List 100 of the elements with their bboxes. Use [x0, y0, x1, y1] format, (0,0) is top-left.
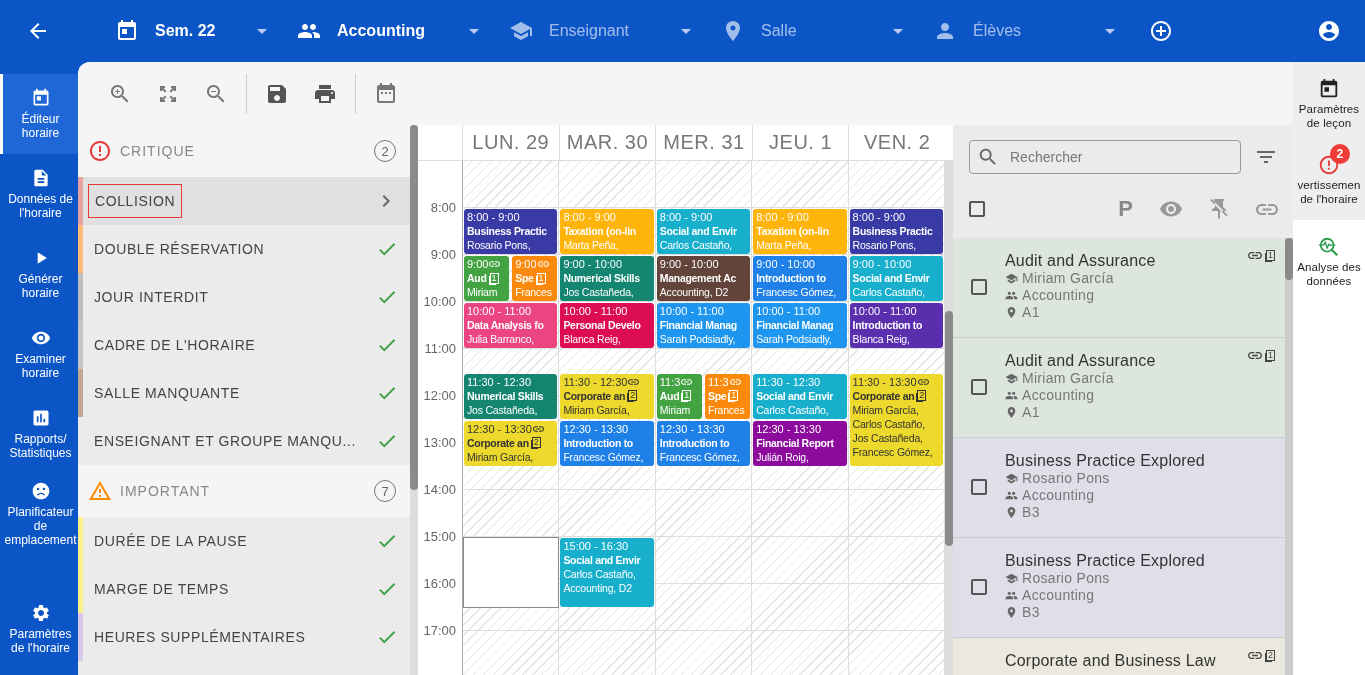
lesson-card[interactable]: Business Practice Explored Rosario Pons Accounting B3: [953, 438, 1285, 538]
event-detail: Sarah Podsiadly,: [756, 332, 833, 346]
rail-item[interactable]: Paramètres de leçon: [1293, 72, 1365, 138]
group-number-badge: 2: [1266, 650, 1275, 661]
search-field[interactable]: Rechercher: [969, 140, 1241, 174]
nav-item[interactable]: Données de l'horaire: [0, 154, 78, 234]
hour-label: 12:00: [423, 388, 456, 403]
checkbox[interactable]: [971, 479, 987, 495]
lesson-event[interactable]: 9:00 - 10:00 Numerical Skills Jos Castañeda,: [560, 256, 654, 301]
scrollbar[interactable]: [410, 125, 418, 675]
lesson-event[interactable]: 11:30 - 12:30 Corporate an 2 Miriam García,: [560, 373, 654, 419]
group-number-badge: 1: [536, 272, 546, 284]
event-detail: Jos Castañeda,: [467, 402, 539, 417]
graduation-cap-icon: [1005, 372, 1018, 385]
lesson-event[interactable]: 9:00 - 10:00 Management Ac Accounting, D2: [656, 256, 751, 301]
event-detail: Francesc Gómez,: [659, 449, 741, 464]
nav-item[interactable]: Générer horaire: [0, 234, 78, 314]
checkbox[interactable]: [971, 579, 987, 595]
checkbox[interactable]: [971, 279, 987, 295]
filter-dropdown[interactable]: Enseignant: [499, 11, 699, 51]
lesson-card[interactable]: Corporate and Business Law 2: [953, 638, 1285, 675]
event-detail: Francesc Gómez,: [563, 449, 645, 464]
lesson-event[interactable]: 12:30 - 13:30 Introduction to Francesc Gómez,: [656, 420, 751, 466]
hour-label: 8:00: [430, 200, 456, 215]
nav-item[interactable]: Paramètres de l'horaire: [0, 589, 78, 669]
lesson-event[interactable]: 12:30 - 13:30 Financial Report Julián Roig,: [753, 420, 847, 466]
hour-label: 13:00: [423, 435, 456, 450]
filter-dropdown[interactable]: Accounting: [287, 11, 487, 51]
room-name: B3: [1022, 604, 1040, 621]
warning-item[interactable]: ENSEIGNANT ET GROUPE MANQU...: [78, 417, 410, 465]
lesson-title: Business Practice Explored: [1005, 452, 1205, 470]
event-title: Business Practic: [467, 224, 547, 238]
event-detail: Rosario Pons,: [467, 238, 532, 252]
filter-dropdown[interactable]: Élèves: [923, 11, 1123, 51]
lesson-event[interactable]: 11:30 - 13:30 Corporate an 2 Miriam García, Carlos Castaño, Jos Castañeda, Francesc Gómez,: [849, 373, 943, 466]
caret-icon: [469, 28, 479, 34]
settings-icon: [30, 603, 51, 623]
people-icon: [1005, 389, 1018, 402]
nav-item[interactable]: Examiner horaire: [0, 314, 78, 394]
lesson-event[interactable]: 8:00 - 9:00 Business Practic Rosario Pons,: [464, 209, 558, 254]
event-detail: Jos Castañeda,: [563, 285, 635, 299]
event-title: Management Ac: [659, 271, 737, 285]
lesson-card[interactable]: Audit and Assurance Miriam García Accounting A1 1: [953, 338, 1285, 438]
warning-item[interactable]: JOUR INTERDIT: [78, 273, 410, 321]
warning-item[interactable]: SALLE MANQUANTE: [78, 369, 410, 417]
event-time: 15:00 - 16:30: [563, 539, 629, 553]
lesson-event[interactable]: 10:00 - 11:00 Data Analysis fo Julia Barranco,: [464, 303, 558, 348]
checkbox[interactable]: [969, 201, 985, 217]
day-header: JEU. 1: [751, 125, 849, 160]
room-name: A1: [1022, 304, 1040, 321]
filter-icon[interactable]: [1257, 151, 1275, 163]
group-number-badge: 1: [1266, 350, 1275, 361]
account-icon[interactable]: [1317, 19, 1341, 43]
event-time: 11:30 - 12:30: [467, 374, 531, 389]
warning-item[interactable]: CADRE DE L'HORAIRE: [78, 321, 410, 369]
event-title: Taxation (on-lin: [563, 224, 636, 238]
lesson-card[interactable]: Business Practice Explored Rosario Pons Accounting B3: [953, 538, 1285, 638]
nav-item[interactable]: Rapports/ Statistiques: [0, 394, 78, 474]
lesson-event[interactable]: 12:30 - 13:30 Corporate an 2 Miriam García,: [464, 420, 558, 466]
event-title: Introduction to: [563, 435, 633, 450]
scrollbar[interactable]: [945, 161, 953, 675]
event-title: Corporate an: [467, 435, 529, 450]
lesson-card[interactable]: Audit and Assurance Miriam García Accounting A1 1: [953, 238, 1285, 338]
caret-icon: [1105, 28, 1115, 34]
event-time: 11:30 - 12:30: [563, 374, 628, 389]
event-title: Business Practic: [852, 224, 933, 238]
lesson-event[interactable]: 10:00 - 11:00 Introduction to Blanca Reig,: [849, 303, 943, 348]
event-time: 8:00 - 9:00: [852, 210, 906, 224]
event-time: 11:3: [659, 374, 681, 389]
lesson-event[interactable]: 9:00 - 10:00 Introduction to Francesc Gómez,: [753, 256, 847, 301]
calendar-icon: [1318, 78, 1340, 100]
filter-dropdown[interactable]: Sem. 22: [105, 11, 275, 51]
event-time: 9:00: [467, 257, 489, 271]
nav-item[interactable]: Éditeur horaire: [0, 74, 78, 154]
warning-item[interactable]: HEURES SUPPLÉMENTAIRES: [78, 613, 410, 661]
rail-item[interactable]: Analyse des données: [1293, 230, 1365, 296]
lesson-event[interactable]: 8:00 - 9:00 Business Practic Rosario Pons,: [849, 209, 943, 254]
event-time: 11:3: [708, 374, 729, 389]
lesson-event[interactable]: 10:00 - 11:00 Personal Develo Blanca Reig,: [560, 303, 654, 348]
event-detail: Miriam: [467, 285, 499, 299]
warning-item[interactable]: DURÉE DE LA PAUSE: [78, 517, 410, 565]
group-number-badge: 2: [917, 390, 927, 401]
lesson-event[interactable]: 11:30 - 12:30 Numerical Skills Jos Castañeda,: [464, 373, 558, 419]
room-name: A1: [1022, 404, 1040, 421]
scrollbar[interactable]: [1285, 238, 1293, 675]
nav-item[interactable]: Planificateur de emplacement: [0, 474, 78, 554]
event-time: 11:30 - 12:30: [756, 374, 821, 389]
event-title: Introduction to: [756, 271, 826, 285]
warning-item[interactable]: DOUBLE RÉSERVATION: [78, 225, 410, 273]
filter-dropdown[interactable]: Salle: [711, 11, 911, 51]
caret-icon: [257, 28, 267, 34]
hour-label: 11:00: [424, 341, 456, 356]
warning-item[interactable]: MARGE DE TEMPS: [78, 565, 410, 613]
day-header: MAR. 30: [558, 125, 656, 160]
room-name: B3: [1022, 504, 1040, 521]
checkbox[interactable]: [971, 379, 987, 395]
warning-item[interactable]: COLLISION: [78, 177, 410, 225]
event-detail: Miriam García,: [563, 402, 631, 417]
lesson-event[interactable]: 12:30 - 13:30 Introduction to Francesc Gómez,: [560, 420, 654, 466]
event-detail: Marta Peña,: [756, 238, 813, 252]
